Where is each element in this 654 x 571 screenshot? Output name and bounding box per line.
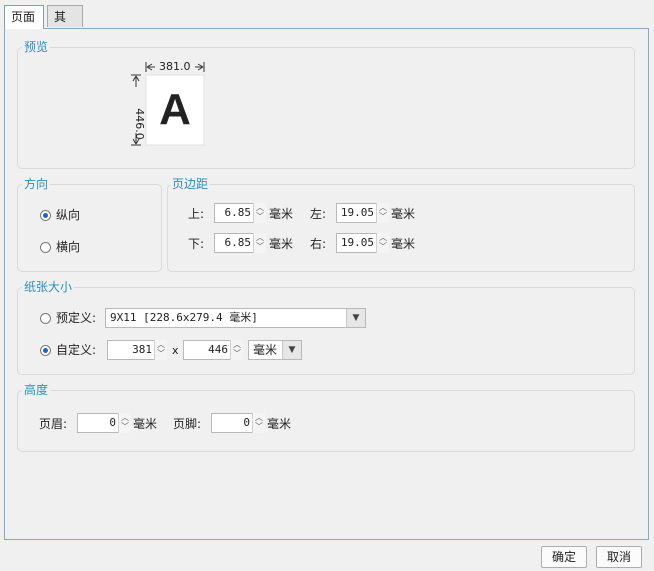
margin-right-value: 19.05 <box>340 236 374 249</box>
margin-bottom-label: 下: <box>188 237 205 251</box>
landscape-radio[interactable] <box>40 242 51 253</box>
portrait-label[interactable]: 纵向 <box>56 207 80 223</box>
preview-title: 预览 <box>22 40 51 54</box>
predefined-select[interactable]: 9X11 [228.6x279.4 毫米] ▼ <box>105 308 366 328</box>
custom-radio[interactable] <box>40 345 51 356</box>
footer-height-unit: 毫米 <box>267 417 292 431</box>
orientation-title: 方向 <box>22 177 51 191</box>
margin-right-stepper[interactable]: 19.05 ︿ ﹀ <box>336 233 389 253</box>
margin-top-spin-arrows[interactable]: ︿ ﹀ <box>253 203 266 223</box>
margin-left-spin-arrows[interactable]: ︿ ﹀ <box>376 203 389 223</box>
header-height-unit: 毫米 <box>133 417 158 431</box>
unit-select[interactable]: 毫米 ▼ <box>248 340 302 360</box>
predefined-radio[interactable] <box>40 313 51 324</box>
paper-size-title: 纸张大小 <box>22 280 75 294</box>
cancel-button-label: 取消 <box>606 550 631 564</box>
paper-size-group <box>17 287 635 375</box>
margin-top-unit: 毫米 <box>269 207 294 221</box>
footer-label: 页脚: <box>173 417 202 431</box>
margin-left-unit: 毫米 <box>391 207 416 221</box>
portrait-radio[interactable] <box>40 210 51 221</box>
margin-left-value: 19.05 <box>340 206 374 219</box>
chevron-down-icon[interactable]: ▼ <box>346 309 365 327</box>
preview-letter: A <box>159 85 191 134</box>
margin-top-label: 上: <box>188 207 205 221</box>
margin-bottom-unit: 毫米 <box>269 237 294 251</box>
preview-width-label: 381.0 <box>159 60 191 73</box>
height-top-arrow <box>132 75 140 87</box>
header-height-spin-arrows[interactable]: ︿ ﹀ <box>118 413 131 433</box>
custom-width-spin-arrows[interactable]: ︿ ﹀ <box>154 340 167 360</box>
orientation-group <box>17 184 162 272</box>
landscape-label[interactable]: 横向 <box>56 239 80 255</box>
custom-height-value: 446 <box>208 343 228 356</box>
width-left-arrow <box>146 63 155 71</box>
footer-height-stepper[interactable]: 0 ︿ ﹀ <box>211 413 265 433</box>
custom-label[interactable]: 自定义: <box>56 342 96 358</box>
custom-height-stepper[interactable]: 446 ︿ ﹀ <box>183 340 243 360</box>
margin-top-value: 6.85 <box>224 206 252 219</box>
footer-height-spin-arrows[interactable]: ︿ ﹀ <box>252 413 265 433</box>
margin-bottom-stepper[interactable]: 6.85 ︿ ﹀ <box>214 233 266 253</box>
ok-button[interactable]: 确定 <box>541 546 587 568</box>
margin-right-label: 右: <box>310 237 327 251</box>
margin-left-label: 左: <box>310 207 327 221</box>
margin-bottom-value: 6.85 <box>224 236 252 249</box>
tab-page[interactable]: 页面 <box>4 5 44 29</box>
predefined-label[interactable]: 预定义: <box>56 310 96 326</box>
preview-group <box>17 47 635 169</box>
header-height-value: 0 <box>109 416 116 429</box>
cancel-button[interactable]: 取消 <box>596 546 642 568</box>
header-label: 页眉: <box>39 417 68 431</box>
margin-bottom-spin-arrows[interactable]: ︿ ﹀ <box>253 233 266 253</box>
custom-size-times: x <box>172 344 179 357</box>
chevron-down-icon[interactable]: ▼ <box>282 341 301 359</box>
footer-height-value: 0 <box>243 416 250 429</box>
height-title: 高度 <box>22 383 51 397</box>
custom-width-value: 381 <box>132 343 152 356</box>
ok-button-label: 确定 <box>551 550 576 564</box>
margin-left-stepper[interactable]: 19.05 ︿ ﹀ <box>336 203 389 223</box>
custom-height-spin-arrows[interactable]: ︿ ﹀ <box>230 340 243 360</box>
width-right-arrow <box>195 63 204 71</box>
tab-page-label: 页面 <box>11 10 36 24</box>
preview-height-label: 446.0 <box>132 108 146 140</box>
predefined-select-value: 9X11 [228.6x279.4 毫米] <box>110 311 258 324</box>
custom-width-stepper[interactable]: 381 ︿ ﹀ <box>107 340 167 360</box>
margin-right-spin-arrows[interactable]: ︿ ﹀ <box>376 233 389 253</box>
header-height-stepper[interactable]: 0 ︿ ﹀ <box>77 413 131 433</box>
margins-title: 页边距 <box>170 177 211 191</box>
tab-panel: 预览 381.0 446.0 A 方向 纵向 横向 页边距 上: 6.85 ︿ ﹀… <box>4 28 649 540</box>
unit-select-value: 毫米 <box>253 343 278 357</box>
margin-top-stepper[interactable]: 6.85 ︿ ﹀ <box>214 203 266 223</box>
margins-group <box>167 184 635 272</box>
tab-other[interactable]: 其他 <box>47 5 83 46</box>
margin-right-unit: 毫米 <box>391 237 416 251</box>
